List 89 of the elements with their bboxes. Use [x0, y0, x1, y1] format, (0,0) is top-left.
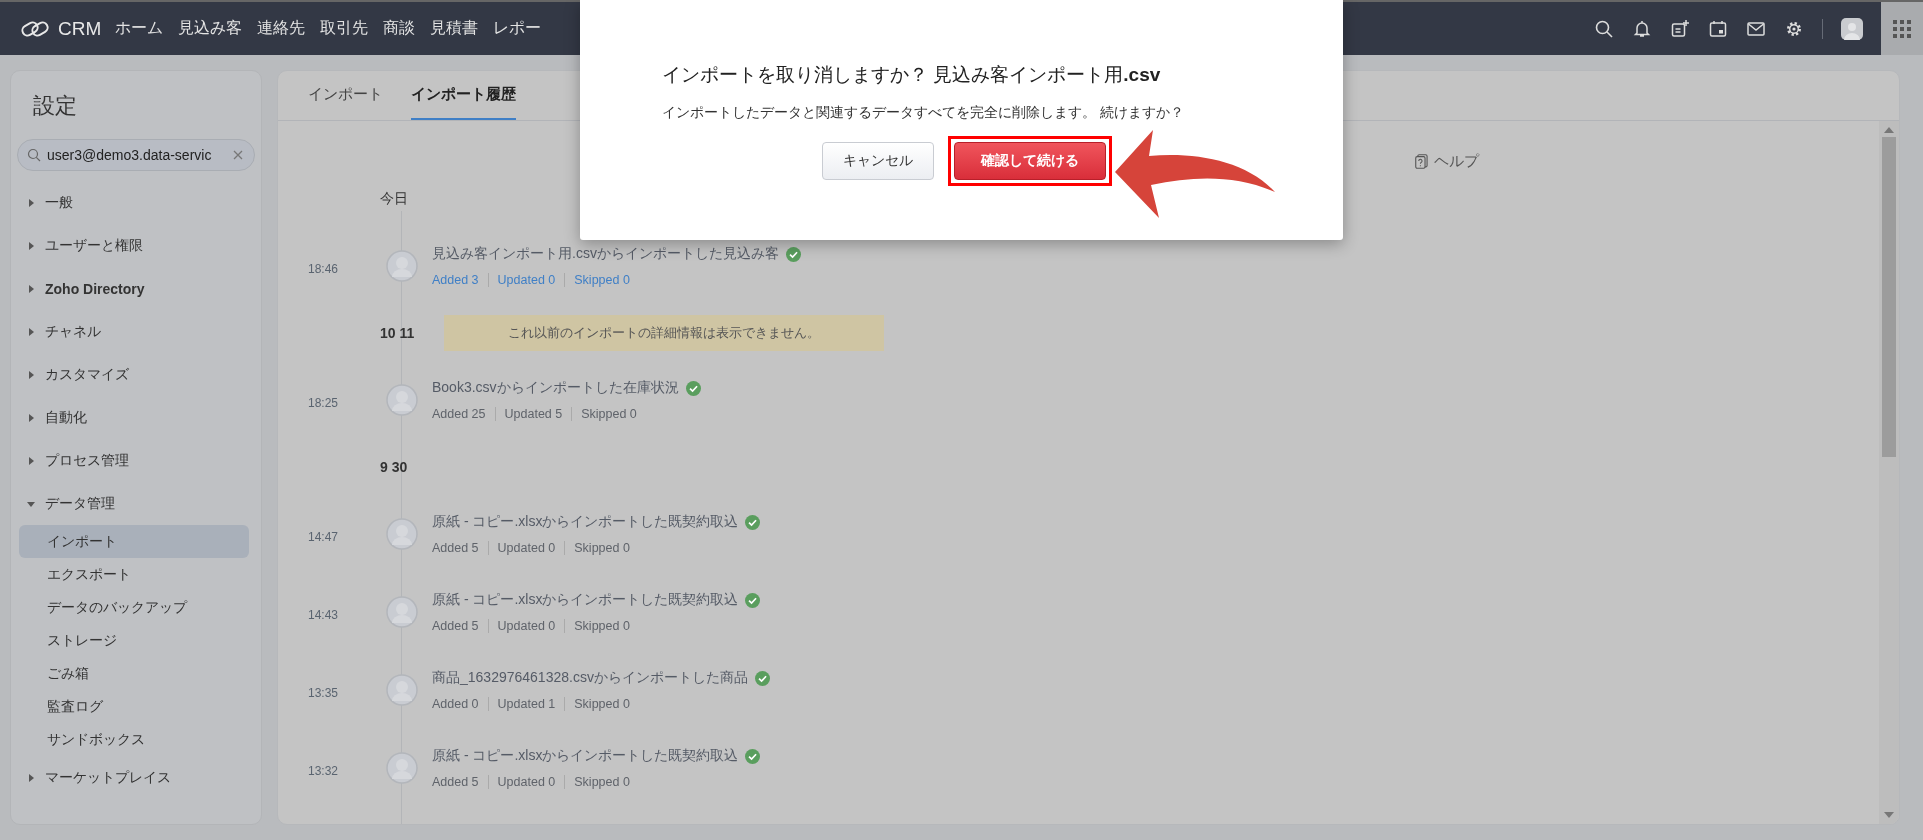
import-time: 13:32 — [308, 763, 340, 778]
sidebar-item[interactable]: プロセス管理 — [17, 439, 255, 482]
avatar-icon[interactable] — [1841, 17, 1863, 40]
check-icon — [745, 514, 761, 530]
nav-link[interactable]: レポー — [493, 18, 542, 39]
caret-icon — [27, 327, 35, 336]
import-time: 14:43 — [308, 607, 340, 622]
sidebar-subitem[interactable]: インポート — [19, 525, 249, 558]
stat-count: Updated 0 — [497, 775, 556, 789]
sidebar-item[interactable]: ユーザーと権限 — [17, 224, 255, 267]
check-icon — [745, 592, 761, 608]
scrollbar[interactable] — [1879, 121, 1899, 824]
notice-banner: これ以前のインポートの詳細情報は表示できません。 — [444, 315, 884, 351]
caret-icon — [27, 198, 35, 207]
check-icon — [685, 380, 701, 396]
nav-link[interactable]: 取引先 — [320, 18, 369, 39]
import-title: 見込み客インポート用.csvからインポートした見込み客 — [432, 245, 779, 263]
import-title: Book3.csvからインポートした在庫状況 — [432, 379, 679, 397]
sidebar-item[interactable]: 一般 — [17, 181, 255, 224]
stat-count: Skipped 0 — [574, 541, 630, 555]
nav-link[interactable]: 商談 — [383, 18, 416, 39]
sidebar-subitem[interactable]: 監査ログ — [19, 690, 249, 723]
stat-count: Skipped 0 — [574, 619, 630, 633]
stat-count: Skipped 0 — [574, 775, 630, 789]
sidebar-subitem[interactable]: データのバックアップ — [19, 591, 249, 624]
stat-count: Skipped 0 — [574, 697, 630, 711]
import-time: 18:46 — [308, 261, 340, 276]
caret-icon — [27, 773, 35, 782]
sidebar-subitem[interactable]: ストレージ — [19, 624, 249, 657]
caret-icon — [27, 456, 35, 465]
sidebar-subitem[interactable]: サンドボックス — [19, 723, 249, 756]
stat-count: Added 5 — [432, 541, 479, 555]
date-label: 9 30 — [379, 459, 409, 475]
sidebar-subitem[interactable]: エクスポート — [19, 558, 249, 591]
nav-link[interactable]: ホーム — [115, 18, 164, 39]
apps-grid-icon[interactable] — [1893, 19, 1911, 38]
add-note-icon[interactable] — [1670, 18, 1690, 39]
sidebar-item[interactable]: チャネル — [17, 310, 255, 353]
caret-icon — [27, 499, 35, 508]
import-title: 原紙 - コピー.xlsxからインポートした既契約取込 — [432, 513, 739, 531]
stat-count: Updated 5 — [504, 407, 563, 421]
import-title: 商品_1632976461328.csvからインポートした商品 — [432, 669, 748, 687]
stat-count: Added 5 — [432, 619, 479, 633]
nav-link[interactable]: 連絡先 — [257, 18, 306, 39]
cancel-button[interactable]: キャンセル — [822, 142, 934, 180]
help-icon — [1415, 154, 1428, 169]
import-time: 13:35 — [308, 685, 340, 700]
check-icon — [754, 670, 770, 686]
date-label: 10 11 — [379, 325, 416, 341]
stat-count: Updated 1 — [497, 697, 556, 711]
search-icon[interactable] — [1594, 18, 1614, 39]
dialog-title: インポートを取り消しますか？ 見込み客インポート用.csv — [662, 63, 1162, 87]
sidebar-item[interactable]: Zoho Directory — [17, 267, 255, 310]
caret-icon — [27, 413, 35, 422]
import-title: 原紙 - コピー.xlsxからインポートした既契約取込 — [432, 747, 739, 765]
sidebar-item[interactable]: 自動化 — [17, 396, 255, 439]
caret-icon — [27, 284, 35, 293]
stat-count: Skipped 0 — [581, 407, 637, 421]
stat-count: Added 5 — [432, 775, 479, 789]
calendar-icon[interactable] — [1708, 18, 1728, 39]
settings-title: 設定 — [32, 92, 78, 120]
caret-icon — [27, 370, 35, 379]
check-icon — [745, 748, 761, 764]
help-link[interactable]: ヘルプ — [1415, 152, 1479, 171]
import-title: 原紙 - コピー.xlsxからインポートした既契約取込 — [432, 591, 739, 609]
dialog-message: インポートしたデータと関連するデータすべてを完全に削除します。 続けますか？ — [662, 104, 1185, 122]
caret-icon — [27, 241, 35, 250]
scroll-thumb[interactable] — [1882, 137, 1896, 457]
bell-icon[interactable] — [1632, 18, 1652, 39]
tab[interactable]: インポート — [308, 71, 383, 120]
sidebar-item[interactable]: マーケットプレイス — [17, 756, 255, 799]
date-label: 今日 — [379, 190, 409, 208]
app-name: CRM — [58, 17, 102, 40]
sidebar-item[interactable]: カスタマイズ — [17, 353, 255, 396]
stat-count: Updated 0 — [497, 619, 556, 633]
import-time: 18:25 — [308, 395, 340, 410]
import-time: 14:47 — [308, 529, 340, 544]
stat-count: Updated 0 — [497, 541, 556, 555]
sidebar-item[interactable]: データ管理 — [17, 482, 255, 525]
confirm-button[interactable]: 確認して続ける — [954, 142, 1106, 180]
search-icon — [27, 148, 41, 162]
tab[interactable]: インポート履歴 — [411, 71, 516, 120]
stat-count: Added 0 — [432, 697, 479, 711]
nav-link[interactable]: 見込み客 — [178, 18, 243, 39]
search-field[interactable]: user3@demo3.data-servic — [17, 139, 255, 171]
check-icon — [785, 246, 801, 262]
nav-link[interactable]: 見積書 — [430, 18, 479, 39]
sidebar-subitem[interactable]: ごみ箱 — [19, 657, 249, 690]
stat-count: Added 25 — [432, 407, 486, 421]
